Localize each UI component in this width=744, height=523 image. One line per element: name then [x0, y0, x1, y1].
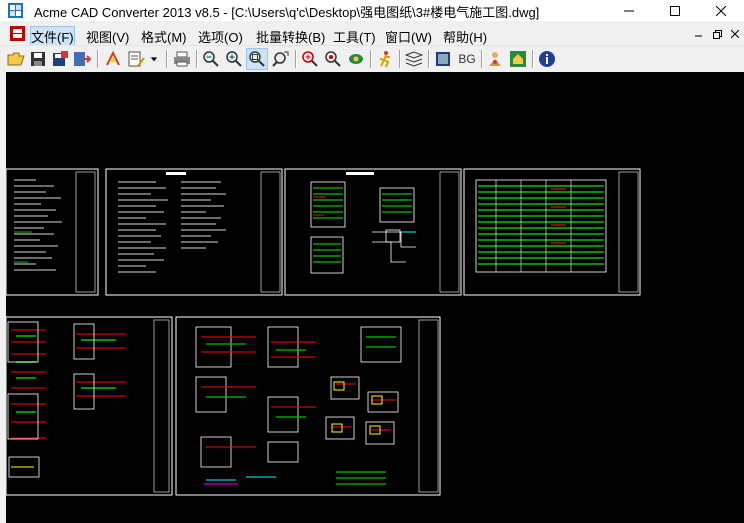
pan-button[interactable]	[323, 49, 343, 69]
save-button[interactable]	[28, 49, 48, 69]
zoom-out-button[interactable]	[201, 49, 221, 69]
pen-settings-icon	[128, 51, 145, 67]
run-icon	[379, 51, 390, 68]
restore-icon	[712, 29, 722, 39]
menu-options[interactable]: 选项(O)	[198, 27, 243, 46]
maximize-icon	[670, 5, 680, 16]
print-icon	[174, 51, 190, 67]
sheet-6	[175, 316, 441, 496]
menu-batch-convert[interactable]: 批量转换(B)	[256, 27, 325, 46]
zoom-in-button[interactable]	[224, 49, 244, 69]
toolbar-separator	[428, 50, 430, 68]
close-icon	[731, 30, 739, 38]
open-icon	[7, 52, 25, 66]
sheet-4	[463, 168, 641, 296]
toolbar-separator	[481, 50, 483, 68]
window-title: Acme CAD Converter 2013 v8.5 - [C:\Users…	[34, 5, 540, 20]
export-icon	[74, 52, 91, 66]
toolbar-separator	[532, 50, 534, 68]
sheet-icon	[436, 52, 450, 66]
sheet-3	[284, 168, 462, 296]
toolbar-separator	[166, 50, 168, 68]
sheet-1	[6, 168, 99, 296]
menu-help[interactable]: 帮助(H)	[443, 27, 487, 46]
maximize-button[interactable]	[652, 0, 698, 21]
background-color-button[interactable]: BG	[456, 49, 478, 69]
toolbar: BG	[0, 45, 744, 72]
view-3d-button[interactable]	[346, 49, 366, 69]
view-3d-icon	[349, 54, 363, 64]
menu-bar: 文件(F) 视图(V) 格式(M) 选项(O) 批量转换(B) 工具(T) 窗口…	[0, 22, 744, 47]
toolbar-separator	[97, 50, 99, 68]
open-button[interactable]	[6, 49, 26, 69]
pen-settings-button[interactable]	[126, 49, 146, 69]
background-color-label: BG	[458, 52, 476, 66]
document-icon[interactable]	[10, 26, 25, 41]
minimize-button[interactable]	[606, 0, 652, 21]
mdi-restore-button[interactable]	[710, 27, 724, 41]
zoom-extents-icon	[302, 51, 318, 67]
toolbar-separator	[196, 50, 198, 68]
home-button[interactable]	[508, 49, 528, 69]
close-icon	[716, 5, 726, 16]
zoom-realtime-icon	[272, 51, 289, 67]
sheet-2	[105, 168, 283, 296]
menu-view[interactable]: 视图(V)	[86, 27, 129, 46]
layer-manager-icon	[405, 51, 423, 67]
mdi-close-button[interactable]	[728, 27, 742, 41]
minimize-icon	[695, 35, 702, 37]
pen-settings-dropdown[interactable]	[147, 49, 161, 69]
menu-file[interactable]: 文件(F)	[30, 26, 75, 47]
drawing-canvas[interactable]	[6, 72, 744, 523]
layer-manager-button[interactable]	[404, 49, 424, 69]
about-icon	[539, 51, 555, 67]
close-button[interactable]	[698, 0, 744, 21]
users-icon	[489, 52, 501, 66]
sheet-5	[6, 316, 173, 496]
cad-drawing	[6, 168, 641, 496]
zoom-realtime-button[interactable]	[270, 49, 290, 69]
export-button[interactable]	[72, 49, 92, 69]
mdi-minimize-button[interactable]	[692, 27, 706, 41]
zoom-window-icon	[249, 51, 265, 67]
layers-button[interactable]	[103, 49, 123, 69]
toolbar-separator	[295, 50, 297, 68]
save-icon	[31, 52, 45, 66]
menu-format[interactable]: 格式(M)	[141, 27, 187, 46]
app-logo-icon	[8, 3, 23, 18]
title-bar: Acme CAD Converter 2013 v8.5 - [C:\Users…	[0, 0, 744, 21]
save-as-icon	[53, 51, 68, 66]
toolbar-separator	[370, 50, 372, 68]
minimize-icon	[624, 10, 634, 11]
about-button[interactable]	[537, 49, 557, 69]
pan-icon	[325, 51, 341, 67]
users-button[interactable]	[485, 49, 505, 69]
zoom-extents-button[interactable]	[300, 49, 320, 69]
sheet-button[interactable]	[433, 49, 453, 69]
save-as-button[interactable]	[50, 49, 70, 69]
run-button[interactable]	[375, 49, 395, 69]
toolbar-separator	[399, 50, 401, 68]
home-icon	[510, 51, 526, 67]
zoom-out-icon	[203, 51, 219, 67]
zoom-window-button[interactable]	[246, 48, 268, 70]
layers-icon	[106, 50, 120, 66]
print-button[interactable]	[172, 49, 192, 69]
menu-window[interactable]: 窗口(W)	[385, 27, 432, 46]
dropdown-icon	[150, 57, 158, 62]
zoom-in-icon	[226, 51, 242, 67]
menu-tools[interactable]: 工具(T)	[333, 27, 376, 46]
